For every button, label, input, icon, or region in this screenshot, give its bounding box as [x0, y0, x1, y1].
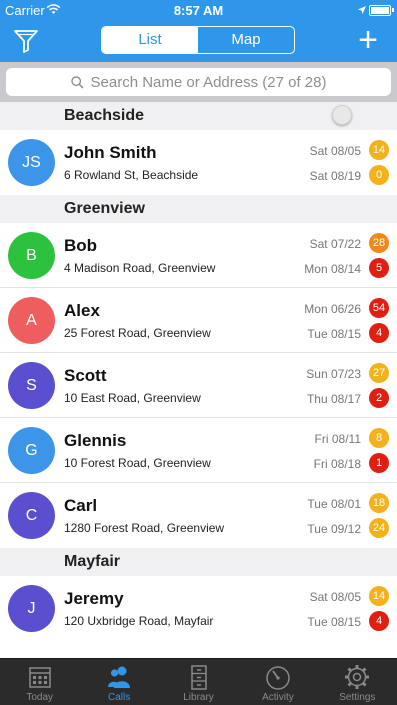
- last-call-date: Fri 08/11: [314, 432, 361, 446]
- next-call-date: Thu 08/17: [306, 392, 361, 406]
- last-call-date: Tue 08/01: [307, 497, 361, 511]
- nav-bar: List Map +: [0, 20, 397, 62]
- avatar: B: [8, 232, 55, 279]
- contact-name: Glennis: [64, 431, 127, 450]
- section-header: Greenview: [0, 195, 397, 223]
- contact-address: 6 Rowland St, Beachside: [64, 168, 199, 182]
- days-until-badge: 4: [369, 323, 389, 343]
- days-since-badge: 27: [369, 363, 389, 383]
- section-title: Greenview: [64, 200, 145, 217]
- tab-settings[interactable]: Settings: [318, 659, 397, 705]
- search-input[interactable]: Search Name or Address (27 of 28): [6, 68, 391, 96]
- tab-bar: Today Calls Library Activity Settings: [0, 658, 397, 705]
- days-since-badge: 8: [369, 428, 389, 448]
- tab-label: Library: [183, 692, 214, 703]
- cabinet-icon: [159, 663, 238, 691]
- gear-icon: [318, 663, 397, 691]
- contact-address: 4 Madison Road, Greenview: [64, 261, 216, 275]
- days-until-badge: 24: [369, 518, 389, 538]
- contact-address: 1280 Forest Road, Greenview: [64, 521, 225, 535]
- people-icon: [79, 663, 158, 691]
- avatar: A: [8, 297, 55, 344]
- days-since-badge: 54: [369, 298, 389, 318]
- avatar: C: [8, 492, 55, 539]
- days-until-badge: 4: [369, 611, 389, 631]
- drag-knob-icon[interactable]: [332, 105, 352, 125]
- avatar: J: [8, 585, 55, 632]
- list-item[interactable]: JS John Smith 6 Rowland St, Beachside Sat 0…: [0, 130, 397, 195]
- contact-address: 10 Forest Road, Greenview: [64, 456, 211, 470]
- tab-list[interactable]: List: [102, 27, 198, 53]
- last-call-date: Sat 08/05: [309, 590, 361, 604]
- status-bar: Carrier 8:57 AM: [0, 0, 397, 20]
- days-since-badge: 18: [369, 493, 389, 513]
- contact-list[interactable]: Beachside JS John Smith 6 Rowland St, Beach…: [0, 102, 397, 658]
- last-call-date: Mon 06/26: [304, 302, 361, 316]
- days-until-badge: 2: [369, 388, 389, 408]
- next-call-date: Tue 08/15: [307, 327, 361, 341]
- next-call-date: Sat 08/19: [309, 169, 361, 183]
- gauge-icon: [238, 663, 317, 691]
- contact-address: 10 East Road, Greenview: [64, 391, 201, 405]
- tab-today[interactable]: Today: [0, 659, 79, 705]
- tab-label: Calls: [107, 692, 131, 703]
- days-until-badge: 5: [369, 258, 389, 278]
- days-until-badge: 1: [369, 453, 389, 473]
- search-icon: [70, 75, 84, 89]
- last-call-date: Sun 07/23: [306, 367, 361, 381]
- tab-label: Settings: [339, 692, 376, 703]
- list-item[interactable]: B Bob 4 Madison Road, Greenview Sat 07/22 Mo…: [0, 223, 397, 288]
- clock: 8:57 AM: [173, 3, 224, 18]
- list-item[interactable]: S Scott 10 East Road, Greenview Sun 07/23 Th…: [0, 353, 397, 418]
- last-call-date: Sat 08/05: [309, 144, 361, 158]
- filter-icon[interactable]: [12, 27, 40, 55]
- avatar: JS: [8, 139, 55, 186]
- section-header: Beachside: [0, 102, 397, 130]
- contact-name: Bob: [64, 236, 98, 255]
- contact-address: 25 Forest Road, Greenview: [64, 326, 211, 340]
- contact-name: Alex: [64, 301, 100, 320]
- last-call-date: Sat 07/22: [309, 237, 361, 251]
- next-call-date: Fri 08/18: [313, 457, 361, 471]
- view-segmented-control: List Map: [101, 26, 295, 54]
- section-header: Mayfair: [0, 548, 397, 576]
- avatar: G: [8, 427, 55, 474]
- days-since-badge: 28: [369, 233, 389, 253]
- tab-map[interactable]: Map: [198, 27, 294, 53]
- days-since-badge: 14: [369, 140, 389, 160]
- avatar: S: [8, 362, 55, 409]
- contact-name: Jeremy: [64, 589, 124, 608]
- tab-label: Today: [26, 692, 54, 703]
- next-call-date: Tue 09/12: [307, 522, 361, 536]
- list-item[interactable]: A Alex 25 Forest Road, Greenview Mon 06/26 T…: [0, 288, 397, 353]
- calendar-icon: [0, 663, 79, 691]
- list-item[interactable]: J Jeremy 120 Uxbridge Road, Mayfair Sat 08/…: [0, 576, 397, 641]
- contact-name: Scott: [64, 366, 107, 385]
- tab-library[interactable]: Library: [159, 659, 238, 705]
- search-bar: Search Name or Address (27 of 28): [0, 62, 397, 102]
- battery-icon: [369, 5, 394, 16]
- tab-calls[interactable]: Calls: [79, 659, 158, 705]
- contact-name: Carl: [64, 496, 98, 515]
- contact-name: John Smith: [64, 143, 157, 162]
- search-placeholder: Search Name or Address (27 of 28): [90, 73, 327, 91]
- days-until-badge: 0: [369, 165, 389, 185]
- list-item[interactable]: C Carl 1280 Forest Road, Greenview Tue 08/0…: [0, 483, 397, 548]
- tab-activity[interactable]: Activity: [238, 659, 317, 705]
- tab-label: Activity: [262, 692, 294, 703]
- list-item[interactable]: G Glennis 10 Forest Road, Greenview Fri 08/…: [0, 418, 397, 483]
- section-title: Mayfair: [64, 553, 121, 570]
- next-call-date: Mon 08/14: [304, 262, 361, 276]
- contact-address: 120 Uxbridge Road, Mayfair: [64, 614, 214, 628]
- location-arrow-icon: [357, 3, 367, 18]
- days-since-badge: 14: [369, 586, 389, 606]
- section-title: Beachside: [64, 107, 145, 124]
- add-button[interactable]: +: [353, 23, 383, 57]
- next-call-date: Tue 08/15: [307, 615, 361, 629]
